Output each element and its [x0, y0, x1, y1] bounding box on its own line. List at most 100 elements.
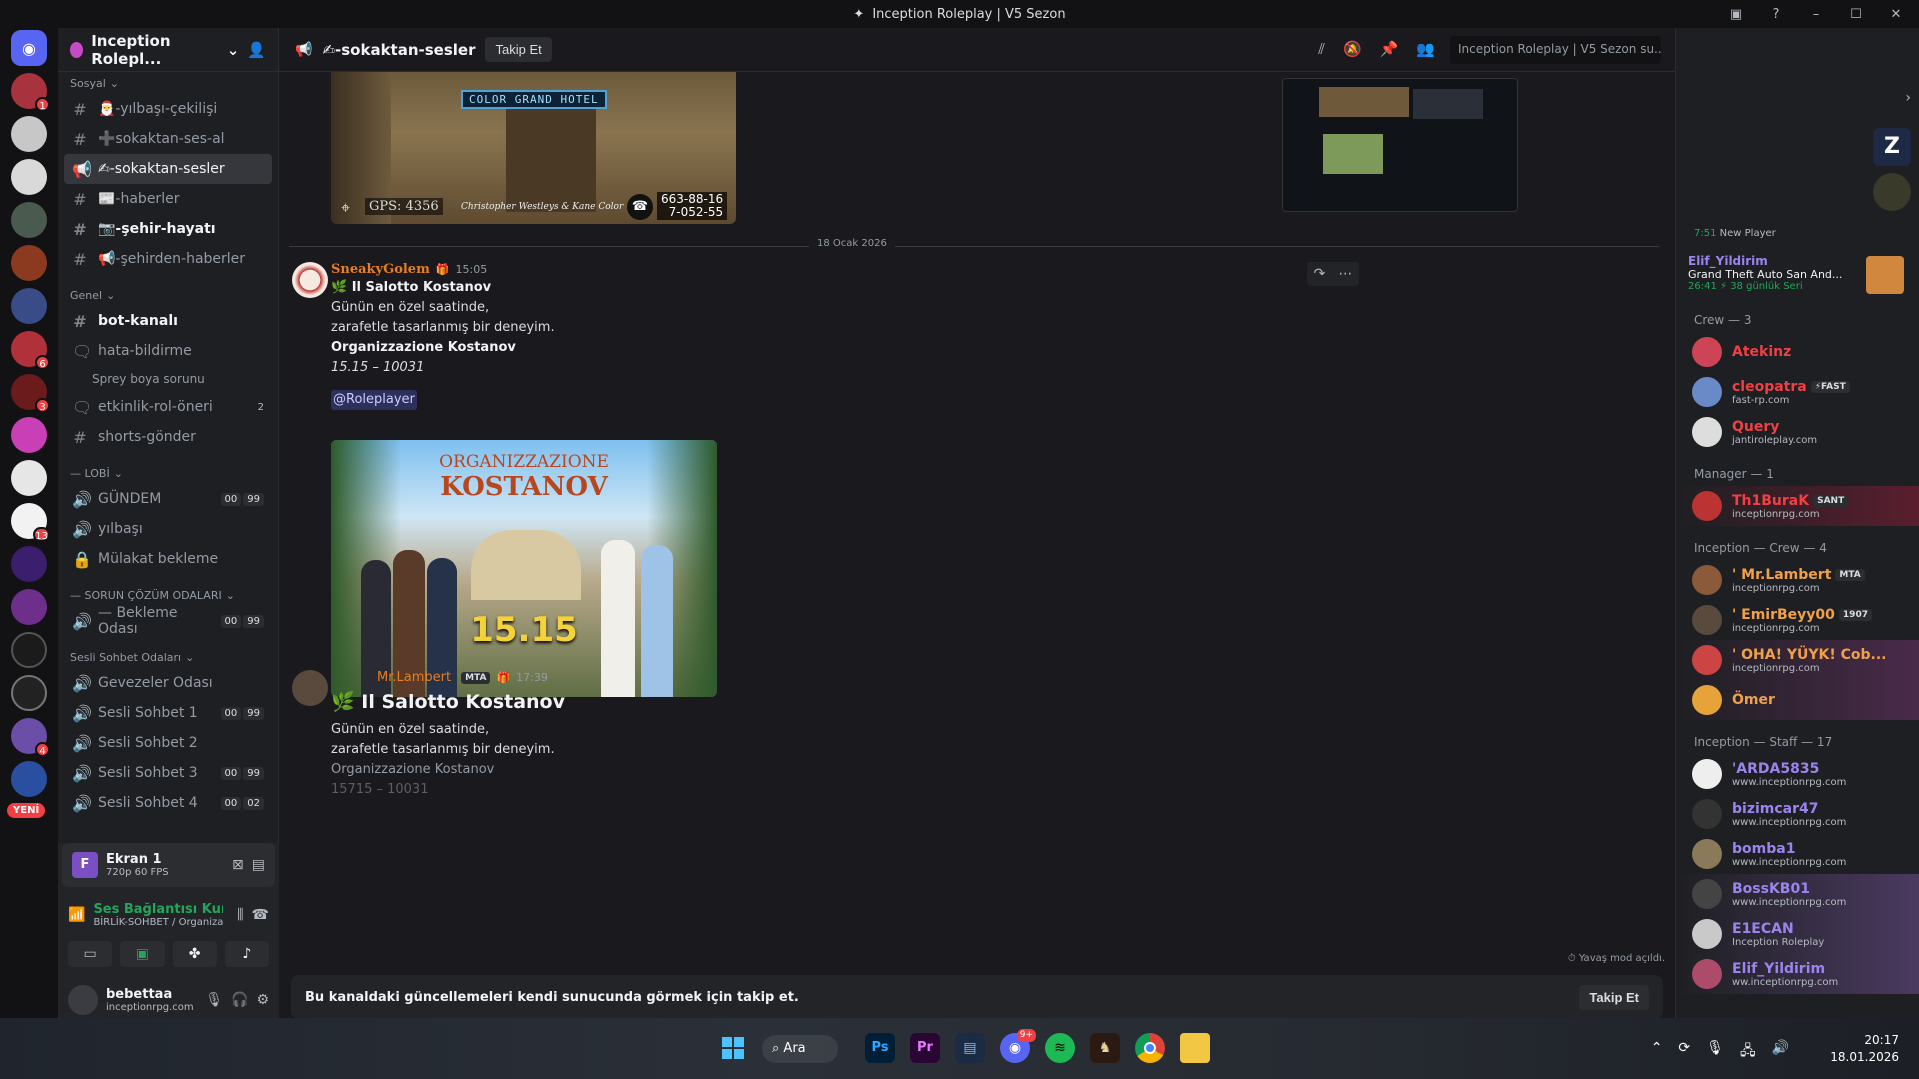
channel-item[interactable]: 🔊 Sesli Sohbet 2 [64, 728, 272, 758]
guild-header[interactable]: Inception Rolepl... ⌄ 👤 [58, 28, 278, 72]
server-icon[interactable] [11, 288, 47, 324]
server-icon[interactable] [11, 116, 47, 152]
close-button[interactable]: ✕ [1887, 7, 1905, 22]
member-card[interactable]: Elif_Yildirim Grand Theft Auto San And..… [1688, 254, 1908, 302]
disconnect-icon[interactable]: ☎ [252, 907, 269, 923]
channel-item[interactable]: # 📢-şehirden-haberler [64, 244, 272, 274]
member-item[interactable]: Elif_Yildirim ww.inceptionrpg.com [1676, 954, 1919, 994]
video-off-button[interactable]: ▭ [68, 941, 113, 967]
server-icon[interactable] [11, 202, 47, 238]
avatar[interactable] [292, 262, 328, 298]
role-mention[interactable]: @Roleplayer [331, 390, 417, 410]
server-icon[interactable] [11, 460, 47, 496]
new-servers-badge[interactable]: YENİ [7, 803, 46, 818]
channel-item[interactable]: # 🎅-yılbaşı-çekilişi [64, 94, 272, 124]
server-icon[interactable] [11, 675, 47, 711]
member-item[interactable]: BossKB01 www.inceptionrpg.com [1676, 874, 1919, 914]
game-launcher-icon[interactable]: ♞ [1090, 1033, 1120, 1063]
chevron-up-icon[interactable]: ⌃ [1651, 1040, 1663, 1064]
channel-category[interactable]: Genel ⌄ [58, 284, 278, 306]
member-item[interactable]: 'ARDA5835 www.inceptionrpg.com [1676, 754, 1919, 794]
member-item[interactable]: E1ECAN Inception Roleplay [1676, 914, 1919, 954]
taskbar-search[interactable]: ⌕ Ara [762, 1035, 838, 1063]
member-item[interactable]: cleopatra ⚡FAST fast-rp.com [1676, 372, 1919, 412]
photoshop-icon[interactable]: Ps [865, 1033, 895, 1063]
channel-item[interactable]: 🗨 etkinlik-rol-öneri 2 [64, 392, 272, 422]
hotel-image[interactable]: COLOR GRAND HOTEL GPS: 4356 Christopher … [331, 72, 736, 224]
channel-item[interactable]: 🔊 Sesli Sohbet 1 00 99 [64, 698, 272, 728]
avatar[interactable] [68, 985, 98, 1015]
channel-category[interactable]: Sosyal ⌄ [58, 72, 278, 94]
follow-channel-button[interactable]: Takip Et [1579, 984, 1649, 1010]
channel-category[interactable]: — SORUN ÇÖZÜM ODALARI ⌄ [58, 584, 278, 606]
channel-item[interactable]: # 📷-şehir-hayatı [64, 214, 272, 244]
channel-item[interactable]: 📢 ✍-sokaktan-sesler [64, 154, 272, 184]
server-icon[interactable] [11, 159, 47, 195]
discord-taskbar-icon[interactable]: ◉ 9+ [1000, 1029, 1036, 1063]
server-icon[interactable] [11, 761, 47, 797]
microphone-icon[interactable]: 🎙 [205, 992, 223, 1008]
pin-icon[interactable]: 📌 [1380, 40, 1399, 58]
member-item[interactable]: bomba1 www.inceptionrpg.com [1676, 834, 1919, 874]
server-icon[interactable]: 6 [11, 331, 50, 370]
volume-icon[interactable]: 🔊 [1772, 1040, 1789, 1064]
server-icon[interactable] [11, 632, 47, 668]
member-item[interactable]: ' OHA! YÜYK! Cob... inceptionrpg.com [1676, 640, 1919, 680]
clock[interactable]: 20:17 18.01.2026 [1830, 1032, 1899, 1066]
threads-icon[interactable]: ⫽ [1318, 40, 1325, 58]
file-explorer-icon[interactable] [1180, 1033, 1210, 1063]
channel-item[interactable]: # shorts-gönder [64, 422, 272, 452]
follow-button[interactable]: Takip Et [485, 37, 552, 62]
stream-settings-icon[interactable]: ▤ [252, 857, 265, 873]
server-icon[interactable] [11, 589, 47, 625]
message-author[interactable]: SneakyGolem [331, 262, 430, 277]
microphone-tray-icon[interactable]: 🎙 [1706, 1040, 1724, 1064]
spotify-icon[interactable]: ≋ [1045, 1033, 1075, 1063]
forward-icon[interactable]: ↷ [1314, 266, 1326, 282]
channel-category[interactable]: Sesli Sohbet Odaları ⌄ [58, 646, 278, 668]
thread-item[interactable]: Sprey boya sorunu [64, 366, 272, 392]
windows-start-icon[interactable] [722, 1037, 744, 1059]
server-icon[interactable]: 13 [11, 503, 50, 542]
screen-share-button[interactable]: ▣ [120, 941, 165, 967]
mute-bell-icon[interactable]: 🔕 [1343, 40, 1362, 58]
member-item[interactable]: Ömer [1676, 680, 1919, 720]
inbox-icon[interactable]: ▣ [1727, 7, 1745, 22]
server-icon[interactable]: 4 [11, 718, 50, 757]
stop-stream-icon[interactable]: ⊠ [232, 857, 244, 873]
help-icon[interactable]: ? [1767, 7, 1785, 22]
server-icon[interactable] [11, 546, 47, 582]
collapse-chevron-icon[interactable]: › [1905, 90, 1911, 106]
member-list-icon[interactable]: 👥 [1416, 40, 1435, 58]
maximize-button[interactable]: ☐ [1847, 7, 1865, 22]
channel-item[interactable]: 🔒 Mülakat bekleme [64, 544, 272, 574]
server-icon[interactable] [11, 417, 47, 453]
more-icon[interactable]: ⋯ [1338, 266, 1352, 282]
channel-item[interactable]: 🗨 hata-bildirme [64, 336, 272, 366]
discord-home-button[interactable]: ◉ [11, 30, 47, 66]
network-icon[interactable]: 🖧 [1740, 1040, 1756, 1064]
avatar[interactable] [292, 670, 328, 706]
channel-item[interactable]: 🔊 Gevezeler Odası [64, 668, 272, 698]
member-item[interactable]: ' Mr.Lambert MTA inceptionrpg.com [1676, 560, 1919, 600]
channel-item[interactable]: 🔊 Sesli Sohbet 3 00 99 [64, 758, 272, 788]
server-icon[interactable]: 1 [11, 73, 50, 112]
member-item[interactable]: Th1BuraK SANT inceptionrpg.com [1676, 486, 1919, 526]
activities-button[interactable]: ✤ [172, 941, 217, 967]
poster-image[interactable]: ORGANIZZAZIONE KOSTANOV 15.15 [331, 440, 717, 697]
channel-item[interactable]: # bot-kanalı [64, 306, 272, 336]
add-member-icon[interactable]: 👤 [247, 41, 266, 59]
sync-icon[interactable]: ⟳ [1678, 1040, 1690, 1064]
stream-preview-thumbnail[interactable] [1282, 78, 1518, 212]
member-item[interactable]: bizimcar47 www.inceptionrpg.com [1676, 794, 1919, 834]
gear-icon[interactable]: ⚙ [256, 992, 269, 1008]
server-icon[interactable] [11, 245, 47, 281]
channel-item[interactable]: 🔊 — Bekleme Odası 00 99 [64, 605, 272, 637]
noise-suppression-icon[interactable]: ⫼ [237, 907, 243, 923]
chrome-icon[interactable] [1135, 1033, 1165, 1063]
message-author[interactable]: Mr.Lambert [377, 670, 451, 685]
channel-item[interactable]: 🔊 yılbaşı [64, 514, 272, 544]
minimize-button[interactable]: – [1807, 7, 1825, 22]
store-icon[interactable]: ▤ [955, 1033, 985, 1063]
server-icon[interactable]: 3 [11, 374, 50, 413]
